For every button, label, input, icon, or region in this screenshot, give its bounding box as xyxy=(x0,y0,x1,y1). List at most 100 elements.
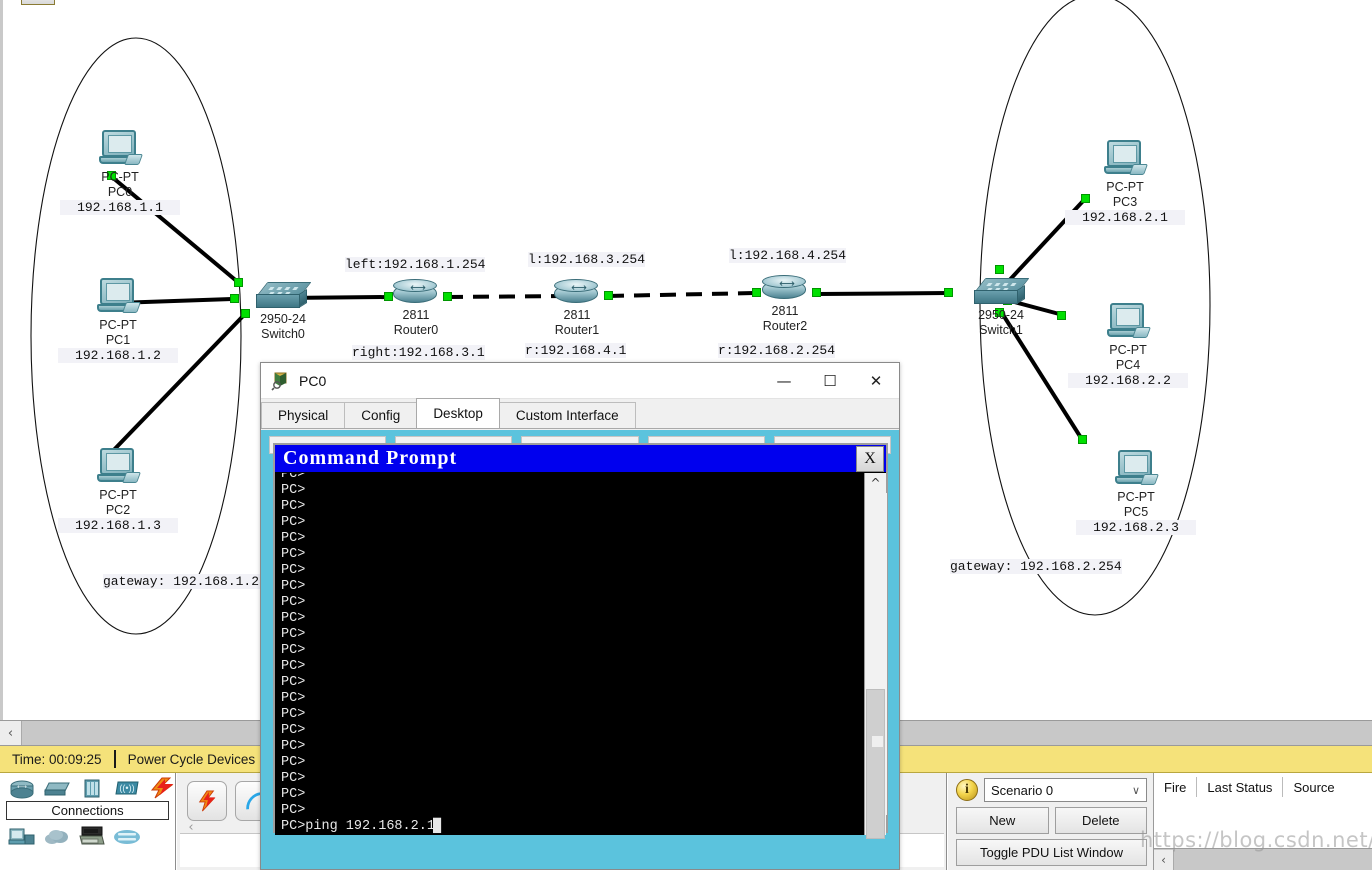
column-header-last-status[interactable]: Last Status xyxy=(1197,777,1282,797)
pc-icon xyxy=(96,448,142,488)
terminal-scroll-trough[interactable] xyxy=(864,493,887,839)
topology-node-router1[interactable]: ⟷ 2811 Router1 xyxy=(552,278,602,338)
scenario-select-row: i Scenario 0 ∨ xyxy=(956,778,1147,802)
terminal-caret: █ xyxy=(432,819,442,834)
column-header-fire[interactable]: Fire xyxy=(1154,777,1196,797)
topology-node-switch1[interactable]: 2950-24 Switch1 xyxy=(946,278,1056,338)
terminal-line: PC> xyxy=(281,675,306,690)
scenario-dropdown[interactable]: Scenario 0 ∨ xyxy=(984,778,1147,802)
topology-node-pc1[interactable]: PC-PT PC1 192.168.1.2 xyxy=(58,278,178,363)
node-ip: 192.168.1.3 xyxy=(58,518,178,533)
tab-config[interactable]: Config xyxy=(344,402,418,428)
switch-icon xyxy=(974,278,1030,308)
topology-node-router2[interactable]: ⟷ 2811 Router2 xyxy=(760,274,810,334)
terminal-line: PC> xyxy=(281,595,306,610)
terminal-line: PC> xyxy=(281,515,306,530)
command-prompt-close-button[interactable]: X xyxy=(856,445,884,472)
terminal-scroll-thumb[interactable] xyxy=(865,689,885,839)
tab-desktop[interactable]: Desktop xyxy=(416,398,500,428)
topology-node-pc3[interactable]: PC-PT PC3 192.168.2.1 xyxy=(1065,140,1185,225)
link-dot xyxy=(995,265,1004,274)
chevron-down-icon[interactable]: ∨ xyxy=(1132,784,1140,797)
topology-node-pc0[interactable]: PC-PT PC0 192.168.1.1 xyxy=(60,130,180,215)
terminal-line: PC> xyxy=(281,579,306,594)
hub-category-icon[interactable] xyxy=(78,777,106,799)
topology-node-pc4[interactable]: PC-PT PC4 192.168.2.2 xyxy=(1068,303,1188,388)
device-type-row[interactable]: ⟷ ((•)) xyxy=(0,773,175,799)
svg-text:⟷: ⟷ xyxy=(17,784,27,791)
terminal-line: PC> xyxy=(281,563,306,578)
close-icon[interactable]: ✕ xyxy=(853,363,899,399)
node-ip: 192.168.2.2 xyxy=(1068,373,1188,388)
power-cycle-devices-button[interactable]: Power Cycle Devices xyxy=(116,752,268,767)
topology-node-pc2[interactable]: PC-PT PC2 192.168.1.3 xyxy=(58,448,178,533)
command-prompt-body: PC> PC> PC> PC> PC> PC> PC> PC> PC> PC> PC> PC> PC> P… xyxy=(275,473,887,839)
node-name: PC0 xyxy=(107,185,133,199)
packet-tracer-icon xyxy=(271,371,291,391)
node-name: PC4 xyxy=(1115,358,1141,372)
node-model: PC-PT xyxy=(1106,180,1144,194)
link-dot xyxy=(443,292,452,301)
node-name: PC3 xyxy=(1112,195,1138,209)
scroll-left-arrow-icon[interactable]: ‹ xyxy=(0,721,22,745)
terminal-output[interactable]: PC> PC> PC> PC> PC> PC> PC> PC> PC> PC> PC> PC> PC> P… xyxy=(275,473,864,835)
terminal-vertical-scrollbar[interactable]: ^ ⌄ xyxy=(864,473,887,839)
node-name: Switch0 xyxy=(261,327,305,341)
minimize-icon[interactable]: — xyxy=(761,363,807,399)
topology-node-router0[interactable]: ⟷ 2811 Router0 xyxy=(391,278,441,338)
terminal-line: PC> xyxy=(281,627,306,642)
terminal-line: PC> xyxy=(281,499,306,514)
delete-scenario-button[interactable]: Delete xyxy=(1054,807,1147,834)
wireless-category-icon[interactable]: ((•)) xyxy=(113,777,141,799)
packet-tracer-screen: PC-PT PC0 192.168.1.1 PC-PT PC1 192.168.… xyxy=(0,0,1372,870)
command-prompt-titlebar[interactable]: Command Prompt X xyxy=(275,445,886,473)
terminal-line: PC> xyxy=(281,739,306,754)
column-header-source[interactable]: Source xyxy=(1283,777,1344,797)
pc-icon xyxy=(98,130,144,170)
topology-node-switch0[interactable]: 2950-24 Switch0 xyxy=(228,282,338,342)
terminal-line: PC> xyxy=(281,707,306,722)
device-window-pc0[interactable]: PC0 — ☐ ✕ Physical Config Desktop Custom… xyxy=(260,362,900,870)
node-ip: 192.168.1.2 xyxy=(58,348,178,363)
server-rack-icon[interactable] xyxy=(78,826,106,848)
new-scenario-button[interactable]: New xyxy=(956,807,1049,834)
window-titlebar[interactable]: PC0 — ☐ ✕ xyxy=(261,363,899,399)
cluster-icon[interactable] xyxy=(113,826,141,848)
node-name: Switch1 xyxy=(979,323,1023,337)
device-tab-bar[interactable]: Physical Config Desktop Custom Interface xyxy=(261,398,899,429)
cloud-icon[interactable] xyxy=(43,826,71,848)
scenario-buttons-row: New Delete xyxy=(956,807,1147,834)
window-title: PC0 xyxy=(299,372,327,389)
node-name: PC5 xyxy=(1123,505,1149,519)
pdu-scroll-left-arrow-icon[interactable]: ‹ xyxy=(1154,849,1174,870)
command-prompt-window[interactable]: Command Prompt X PC> PC> PC> PC> PC> PC> PC> PC… xyxy=(273,443,888,839)
tab-physical[interactable]: Physical xyxy=(261,402,346,428)
node-model: PC-PT xyxy=(101,170,139,184)
node-model: PC-PT xyxy=(1109,343,1147,357)
device-palette[interactable]: ⟷ ((•)) Connections xyxy=(0,773,176,870)
switch-category-icon[interactable] xyxy=(43,777,71,799)
pc-icon xyxy=(1114,450,1160,490)
node-model: 2950-24 xyxy=(260,312,306,326)
terminal-line: PC> xyxy=(281,473,306,482)
pc-icon xyxy=(1103,140,1149,180)
maximize-icon[interactable]: ☐ xyxy=(807,363,853,399)
interface-label-router0-left: left:192.168.1.254 xyxy=(345,257,486,272)
router-category-icon[interactable]: ⟷ xyxy=(8,777,36,799)
right-group-gateway-label: gateway: 192.168.2.254 xyxy=(950,559,1122,574)
connection-lightning-tool-button[interactable] xyxy=(187,781,227,821)
interface-label-router2-left: l:192.168.4.254 xyxy=(729,248,847,263)
pc-icon xyxy=(1106,303,1152,343)
node-name: PC2 xyxy=(105,503,131,517)
simulation-scenario-panel[interactable]: i Scenario 0 ∨ New Delete Toggle PDU Lis… xyxy=(948,773,1372,870)
toggle-pdu-list-window-button[interactable]: Toggle PDU List Window xyxy=(956,839,1147,866)
pdu-list-table[interactable]: Fire Last Status Source ‹ xyxy=(1153,773,1372,870)
topology-node-pc5[interactable]: PC-PT PC5 192.168.2.3 xyxy=(1076,450,1196,535)
connections-lightning-icon[interactable] xyxy=(148,777,176,799)
scroll-up-arrow-icon[interactable]: ^ xyxy=(865,473,887,493)
tab-custom-interface[interactable]: Custom Interface xyxy=(498,402,636,428)
terminal-scroll-grip xyxy=(871,736,883,747)
end-devices-icon[interactable] xyxy=(8,826,36,848)
device-subtype-row[interactable] xyxy=(0,822,175,848)
node-ip: 192.168.2.1 xyxy=(1065,210,1185,225)
